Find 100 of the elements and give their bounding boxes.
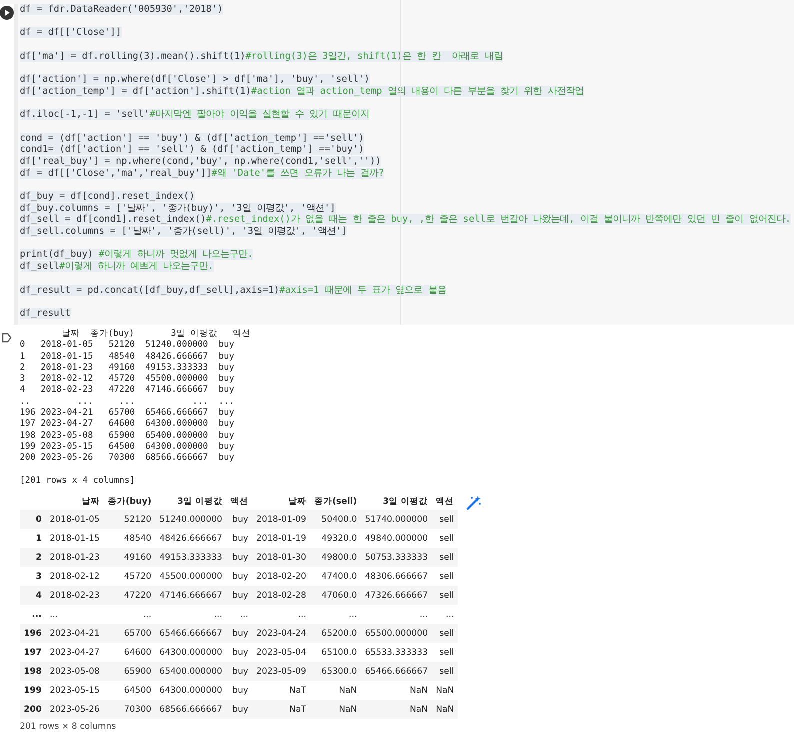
table-cell: NaN bbox=[361, 700, 432, 720]
table-cell: buy bbox=[226, 529, 253, 548]
table-cell: 2023-04-27 bbox=[46, 643, 104, 662]
table-cell: 49320.0 bbox=[310, 529, 362, 548]
column-header: 종가(sell) bbox=[310, 493, 362, 510]
table-cell: 65700 bbox=[104, 624, 156, 644]
table-cell: 2018-01-30 bbox=[252, 548, 310, 568]
row-index: 199 bbox=[20, 681, 46, 700]
table-cell: sell bbox=[432, 529, 458, 548]
table-cell: 2018-01-05 bbox=[46, 510, 104, 530]
table-cell: 2018-02-20 bbox=[252, 567, 310, 586]
table-cell: ... bbox=[156, 605, 227, 624]
row-index: 197 bbox=[20, 643, 46, 662]
table-cell: NaT bbox=[252, 681, 310, 700]
output-line: 198 2023-05-08 65900 65400.000000 buy bbox=[20, 430, 234, 441]
row-index: ... bbox=[20, 605, 46, 624]
table-cell: 2018-02-23 bbox=[46, 586, 104, 606]
column-header: 3일 이평값 bbox=[361, 493, 432, 510]
output-icon bbox=[2, 333, 12, 343]
table-cell: sell bbox=[432, 643, 458, 662]
table-cell: 49153.333333 bbox=[156, 548, 227, 568]
table-cell: 65466.666667 bbox=[156, 624, 227, 644]
output-line: .. ... ... ... ... bbox=[20, 396, 234, 407]
column-header: 날짜 bbox=[46, 493, 104, 510]
table-cell: 2018-01-15 bbox=[46, 529, 104, 548]
table-cell: 2018-01-19 bbox=[252, 529, 310, 548]
table-cell: 65500.000000 bbox=[361, 624, 432, 644]
table-cell: ... bbox=[310, 605, 362, 624]
table-cell: ... bbox=[46, 605, 104, 624]
table-cell: sell bbox=[432, 567, 458, 586]
table-cell: 50400.0 bbox=[310, 510, 362, 530]
table-cell: 70300 bbox=[104, 700, 156, 720]
table-cell: sell bbox=[432, 510, 458, 530]
table-cell: 64300.000000 bbox=[156, 643, 227, 662]
table-cell: 2023-04-24 bbox=[252, 624, 310, 644]
column-header: 종가(buy) bbox=[104, 493, 156, 510]
table-cell: 51240.000000 bbox=[156, 510, 227, 530]
output-line: 199 2023-05-15 64500 64300.000000 buy bbox=[20, 442, 234, 452]
row-index: 1 bbox=[20, 529, 46, 548]
table-cell: 2023-04-21 bbox=[46, 624, 104, 644]
table-cell: sell bbox=[432, 586, 458, 606]
table-cell: buy bbox=[226, 643, 253, 662]
output-line: 4 2018-02-23 47220 47146.666667 buy bbox=[20, 385, 234, 396]
table-cell: NaT bbox=[252, 700, 310, 720]
table-cell: 50753.333333 bbox=[361, 548, 432, 568]
table-cell: 49840.000000 bbox=[361, 529, 432, 548]
table-cell: 45720 bbox=[104, 567, 156, 586]
output-line: 1 2018-01-15 48540 48426.666667 buy bbox=[20, 352, 234, 362]
table-cell: buy bbox=[226, 586, 253, 606]
table-cell: ... bbox=[432, 605, 458, 624]
column-header: 액션 bbox=[432, 493, 458, 510]
table-cell: 65100.0 bbox=[310, 643, 362, 662]
table-cell: 68566.666667 bbox=[156, 700, 227, 720]
table-cell: 2018-02-12 bbox=[46, 567, 104, 586]
output-line: 200 2023-05-26 70300 68566.666667 buy bbox=[20, 453, 234, 464]
column-header: 3일 이평값 bbox=[156, 493, 227, 510]
column-header: 날짜 bbox=[252, 493, 310, 510]
table-cell: 64300.000000 bbox=[156, 681, 227, 700]
table-cell: 65400.000000 bbox=[156, 662, 227, 682]
table-cell: buy bbox=[226, 624, 253, 644]
magic-wand-icon[interactable] bbox=[466, 495, 482, 512]
table-cell: sell bbox=[432, 662, 458, 682]
table-cell: 2023-05-08 bbox=[46, 662, 104, 682]
table-cell: 2023-05-26 bbox=[46, 700, 104, 720]
table-cell: 47326.666667 bbox=[361, 586, 432, 606]
table-cell: 51740.000000 bbox=[361, 510, 432, 530]
table-cell: ... bbox=[361, 605, 432, 624]
table-cell: 64500 bbox=[104, 681, 156, 700]
table-cell: 49800.0 bbox=[310, 548, 362, 568]
output-line: 197 2023-04-27 64600 64300.000000 buy bbox=[20, 419, 234, 430]
table-cell: 65533.333333 bbox=[361, 643, 432, 662]
row-index: 198 bbox=[20, 662, 46, 682]
table-cell: 48540 bbox=[104, 529, 156, 548]
table-cell: 65300.0 bbox=[310, 662, 362, 682]
row-index: 196 bbox=[20, 624, 46, 644]
table-cell: 2023-05-15 bbox=[46, 681, 104, 700]
table-cell: buy bbox=[226, 548, 253, 568]
table-cell: buy bbox=[226, 662, 253, 682]
row-index: 200 bbox=[20, 700, 46, 720]
row-index: 2 bbox=[20, 548, 46, 568]
table-cell: sell bbox=[432, 624, 458, 644]
table-cell: 2018-01-09 bbox=[252, 510, 310, 530]
table-cell: 64600 bbox=[104, 643, 156, 662]
table-cell: 47060.0 bbox=[310, 586, 362, 606]
table-cell: 47400.0 bbox=[310, 567, 362, 586]
table-cell: buy bbox=[226, 567, 253, 586]
table-summary: 201 rows × 8 columns bbox=[20, 721, 118, 732]
table-cell: ... bbox=[226, 605, 253, 624]
table-cell: buy bbox=[226, 700, 253, 720]
output-line: 196 2023-04-21 65700 65466.666667 buy bbox=[20, 408, 234, 418]
table-cell: 49160 bbox=[104, 548, 156, 568]
run-button[interactable] bbox=[0, 6, 14, 20]
table-cell: sell bbox=[432, 548, 458, 568]
table-cell: 2018-02-28 bbox=[252, 586, 310, 606]
table-cell: 48306.666667 bbox=[361, 567, 432, 586]
table-cell: 65900 bbox=[104, 662, 156, 682]
table-cell: buy bbox=[226, 681, 253, 700]
column-header: 액션 bbox=[226, 493, 253, 510]
table-cell: 45500.000000 bbox=[156, 567, 227, 586]
row-index: 0 bbox=[20, 510, 46, 530]
